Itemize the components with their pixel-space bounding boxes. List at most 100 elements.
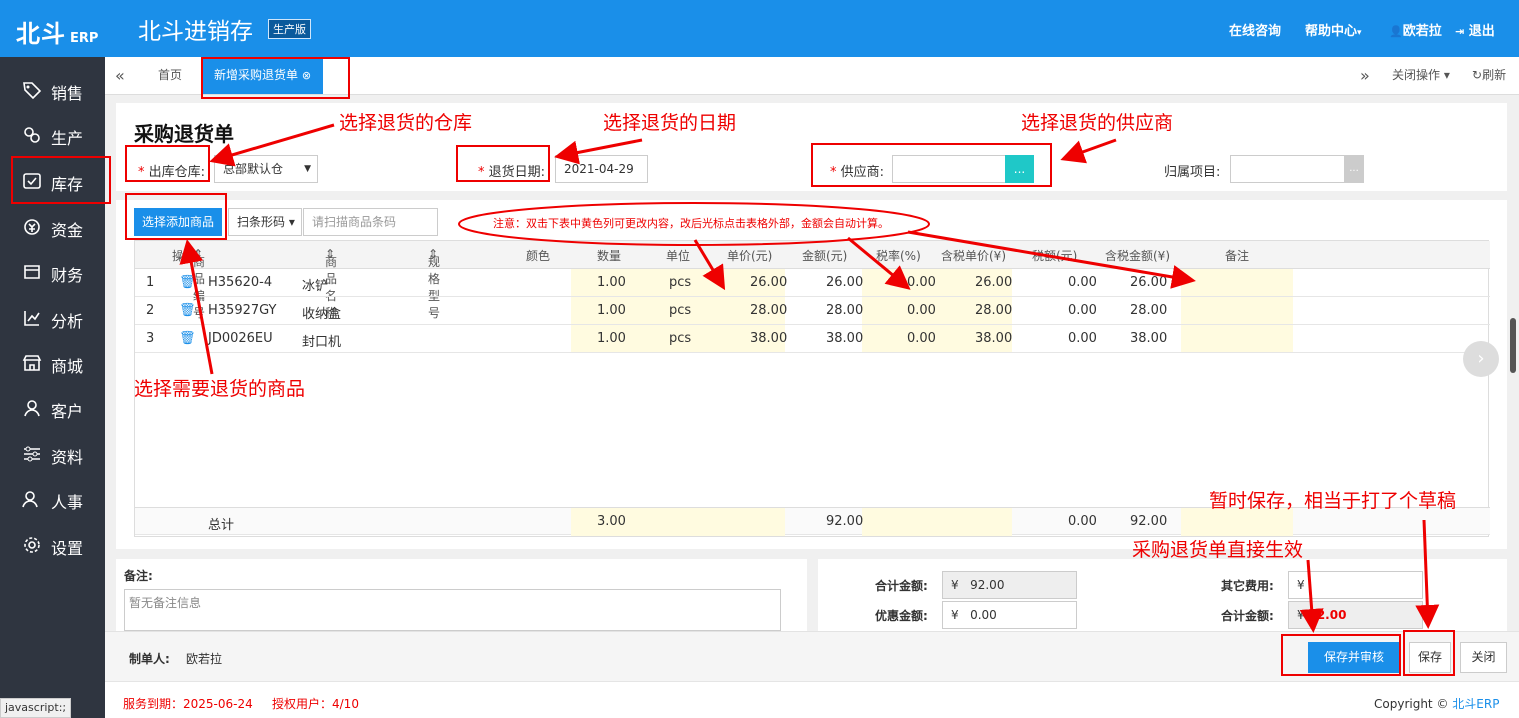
delete-icon[interactable]: 🗑 — [179, 275, 196, 290]
browser-status-url: javascript:; — [0, 698, 72, 718]
maker-name: 欧若拉 — [186, 652, 223, 666]
annotation-box — [811, 143, 1052, 187]
sidebar-item-finance[interactable]: 财务 — [0, 252, 105, 292]
col-header: 颜色 — [526, 249, 551, 263]
sidebar-item-hr[interactable]: 人事 — [0, 479, 105, 519]
sidebar-item-funds[interactable]: 资金 — [0, 207, 105, 247]
grand-total-field: ¥ 92.00 — [1288, 601, 1423, 629]
logout-link[interactable]: ⇥ 退出 — [1455, 20, 1495, 39]
help-center-menu[interactable]: 帮助中心▾ — [1305, 20, 1362, 39]
annotation-box — [1281, 634, 1401, 676]
annotation-effective: 采购退货单直接生效 — [1132, 539, 1304, 561]
annotation-goods: 选择需要退货的商品 — [134, 378, 306, 400]
col-header: 数量 — [597, 249, 622, 263]
scrollbar-thumb[interactable] — [1510, 318, 1516, 373]
annotation-warehouse: 选择退货的仓库 — [339, 112, 473, 134]
top-bar: 北斗 ERP 北斗进销存 生产版 在线咨询 帮助中心▾ 👤欧若拉 ⇥ 退出 — [0, 0, 1519, 57]
sidebar-item-data[interactable]: 资料 — [0, 434, 105, 474]
table-row[interactable]: 3 🗑 JD0026EU 封口机 1.00 pcs 38.00 38.00 0.… — [135, 325, 1490, 353]
annotation-box — [1403, 630, 1455, 676]
refresh-button[interactable]: ↻刷新 — [1472, 57, 1506, 94]
barcode-input[interactable]: 请扫描商品条码 — [303, 208, 438, 236]
remarks-textarea[interactable]: 暂无备注信息 — [124, 589, 781, 631]
col-header: 单位 — [666, 249, 691, 263]
delete-icon[interactable]: 🗑 — [179, 303, 196, 318]
tabs-scroll-right-icon[interactable]: » — [1360, 57, 1370, 94]
sliders-icon — [24, 446, 40, 462]
logout-icon: ⇥ — [1455, 25, 1465, 38]
col-header: 含税金额(¥) — [1105, 249, 1170, 263]
caret-down-icon: ▾ — [1357, 28, 1362, 38]
chart-icon — [24, 311, 40, 326]
annotation-box — [11, 156, 111, 204]
discount-input[interactable]: ¥ 0.00 — [942, 601, 1077, 629]
annotation-supplier: 选择退货的供应商 — [1021, 112, 1174, 134]
sidebar-item-analysis[interactable]: 分析 — [0, 298, 105, 338]
tab-home[interactable]: 首页 — [158, 57, 182, 94]
table-row[interactable]: 1 🗑 H35620-4 冰铲 1.00 pcs 26.00 26.00 0.0… — [135, 269, 1490, 297]
edition-badge: 生产版 — [268, 19, 311, 39]
tabs-scroll-left-icon[interactable]: « — [115, 57, 125, 94]
other-fee-input[interactable]: ¥ — [1288, 571, 1423, 599]
col-header: 金额(元) — [802, 249, 848, 263]
next-page-icon[interactable]: › — [1463, 341, 1499, 377]
license-users: 授权用户：4/10 — [272, 697, 359, 711]
grand-total-label: 合计金额: — [1221, 609, 1274, 623]
warehouse-select[interactable]: 总部默认仓 ▼ — [214, 155, 318, 183]
annotation-draft: 暂时保存，相当于打了个草稿 — [1209, 490, 1457, 512]
annotation-date: 选择退货的日期 — [603, 112, 737, 134]
money-icon — [24, 219, 40, 235]
sidebar-item-customer[interactable]: 客户 — [0, 388, 105, 428]
col-header: 单价(元) — [727, 249, 773, 263]
other-fee-label: 其它费用: — [1221, 579, 1274, 593]
col-header: 含税单价(¥) — [941, 249, 1006, 263]
status-bar: 服务到期：2025-06-24 授权用户：4/10 Copyright © 北斗… — [105, 681, 1519, 718]
delete-icon[interactable]: 🗑 — [179, 331, 196, 346]
total-amount-field: ¥ 92.00 — [942, 571, 1077, 599]
return-date-input[interactable]: 2021-04-29 — [555, 155, 648, 183]
sidebar-item-production[interactable]: 生产 — [0, 115, 105, 155]
sidebar-item-settings[interactable]: 设置 — [0, 525, 105, 565]
gears-icon — [24, 127, 40, 143]
annotation-box — [201, 57, 350, 99]
user-icon: 👤 — [1389, 25, 1403, 38]
discount-label: 优惠金额: — [875, 609, 928, 623]
totals-panel: 合计金额: ¥ 92.00 优惠金额: ¥ 0.00 其它费用: ¥ 合计金额:… — [818, 559, 1507, 631]
grid-header: 操作 商品编号 ⇕ 商品名称 ⇕ 规格型号 ⇕ 颜色 数量 单位 单价(元) 金… — [135, 241, 1490, 320]
project-picker-button[interactable]: ... — [1344, 155, 1364, 183]
col-header[interactable]: 商品名称 ⇕ — [325, 247, 337, 320]
col-header: 备注 — [1225, 249, 1250, 263]
annotation-box — [125, 145, 210, 182]
maker-label: 制单人: — [129, 652, 170, 666]
table-row[interactable]: 2 🗑 H35927GY 收纳盒 1.00 pcs 28.00 28.00 0.… — [135, 297, 1490, 325]
remarks-panel: 备注: 暂无备注信息 — [116, 559, 807, 631]
sidebar-item-mall[interactable]: 商城 — [0, 343, 105, 383]
online-consult-link[interactable]: 在线咨询 — [1229, 20, 1281, 39]
tag-icon — [23, 82, 42, 100]
close-button[interactable]: 关闭 — [1460, 642, 1507, 673]
gear-icon — [24, 537, 40, 553]
refresh-icon: ↻ — [1472, 68, 1483, 82]
service-expire: 服务到期：2025-06-24 — [123, 697, 253, 711]
people-icon — [22, 491, 38, 508]
store-icon — [22, 355, 42, 371]
user-menu[interactable]: 👤欧若拉 — [1389, 20, 1442, 39]
remarks-label: 备注: — [124, 569, 153, 583]
sidebar-item-sales[interactable]: 销售 — [0, 70, 105, 110]
caret-down-icon: ▼ — [304, 164, 311, 174]
barcode-dropdown[interactable]: 扫条形码 ▾ — [228, 208, 302, 236]
annotation-box — [456, 145, 550, 182]
user-icon — [24, 400, 40, 417]
copyright: Copyright © 北斗ERP — [1374, 697, 1500, 711]
close-operations-menu[interactable]: 关闭操作 ▾ — [1392, 57, 1450, 94]
ledger-icon — [24, 265, 40, 279]
col-header[interactable]: 规格型号 ⇕ — [428, 247, 440, 320]
col-header[interactable]: 商品编号 ⇕ — [193, 247, 205, 320]
col-header: 税率(%) — [876, 249, 921, 263]
brand-link[interactable]: 北斗ERP — [1452, 697, 1499, 711]
logo: 北斗 ERP — [16, 20, 99, 48]
total-amount-label: 合计金额: — [875, 579, 928, 593]
edit-notice: 注意：双击下表中黄色列可更改内容，改后光标点击表格外部，金额会自动计算。 — [493, 217, 889, 230]
project-label: 归属项目: — [1164, 165, 1221, 180]
page-title: 采购退货单 — [134, 122, 234, 146]
